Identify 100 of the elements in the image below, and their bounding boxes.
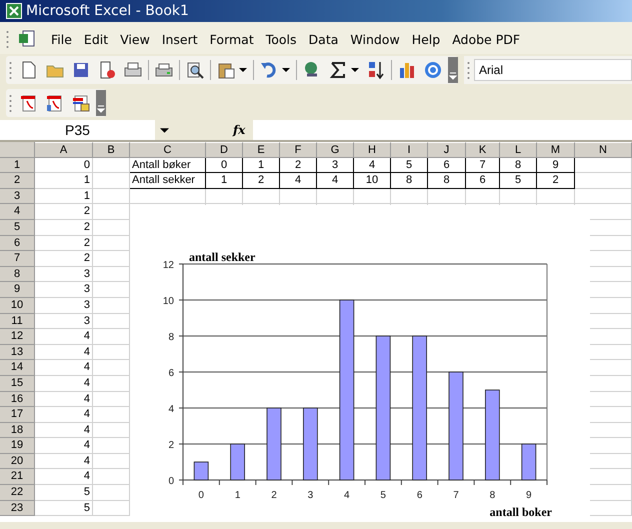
y-tick-label: 2 [168, 440, 174, 451]
column-header[interactable]: K [466, 142, 500, 158]
column-header[interactable]: C [130, 142, 206, 158]
sort-icon[interactable] [366, 60, 386, 80]
row-header[interactable]: 10 [0, 298, 35, 314]
row-header[interactable]: 15 [0, 376, 35, 392]
table-cell [93, 188, 130, 204]
menu-item[interactable]: Format [204, 32, 260, 46]
table-cell: 1 [206, 173, 243, 189]
table-cell [317, 188, 354, 204]
column-header[interactable]: G [317, 142, 354, 158]
help-icon[interactable] [423, 60, 443, 80]
menu-item[interactable]: Adobe PDF [446, 32, 526, 46]
table-cell: 5 [35, 500, 93, 516]
table-cell [206, 188, 243, 204]
table-cell [93, 173, 130, 189]
table-cell [280, 188, 317, 204]
table-cell: 5 [35, 485, 93, 501]
x-tick-label: 0 [198, 490, 204, 501]
column-header[interactable]: A [35, 142, 93, 158]
y-tick-label: 4 [168, 404, 174, 415]
table-cell: 10 [354, 173, 391, 189]
row-header[interactable]: 16 [0, 392, 35, 408]
caret-icon[interactable] [351, 66, 359, 74]
table-cell: Antall bøker [130, 158, 206, 174]
column-header[interactable]: D [206, 142, 243, 158]
toolbar-options-icon[interactable] [448, 57, 458, 83]
column-header[interactable]: I [391, 142, 428, 158]
table-cell: 4 [317, 173, 354, 189]
menu-item[interactable]: Data [302, 32, 344, 46]
row-header[interactable]: 9 [0, 282, 35, 298]
table-cell: 3 [35, 282, 93, 298]
document-icon[interactable] [17, 29, 37, 49]
pdf-icon[interactable] [71, 93, 91, 113]
menu-item[interactable]: Insert [156, 32, 204, 46]
table-cell: 6 [428, 158, 466, 174]
bar-chart-icon[interactable] [397, 60, 417, 80]
row-header[interactable]: 21 [0, 469, 35, 486]
x-tick-label: 9 [526, 490, 532, 501]
column-header[interactable]: B [93, 142, 130, 158]
menu-item[interactable]: File [45, 32, 78, 46]
sigma-icon[interactable] [328, 60, 348, 80]
row-header[interactable]: 22 [0, 485, 35, 501]
row-header[interactable]: 18 [0, 422, 35, 438]
row-header[interactable]: 7 [0, 251, 35, 267]
menu-item[interactable]: Tools [260, 32, 303, 46]
bar [194, 462, 209, 480]
table-cell: 4 [35, 392, 93, 408]
row-header[interactable]: 1 [0, 158, 35, 174]
table-cell: 0 [35, 158, 93, 174]
table-cell: 4 [354, 158, 391, 174]
row-header[interactable]: 2 [0, 173, 35, 189]
table-cell [354, 188, 391, 204]
table-cell: 2 [537, 173, 575, 189]
table-cell: 2 [35, 220, 93, 236]
row-header[interactable]: 8 [0, 266, 35, 282]
row-header[interactable]: 3 [0, 188, 35, 204]
table-cell: 9 [537, 158, 575, 174]
table-cell: 5 [391, 158, 428, 174]
magnifier-icon[interactable] [185, 60, 205, 80]
caret-icon[interactable] [282, 66, 290, 74]
column-header[interactable]: M [537, 142, 575, 158]
column-header[interactable]: H [354, 142, 391, 158]
table-cell [243, 188, 280, 204]
row-header[interactable]: 12 [0, 329, 35, 345]
table-cell: 4 [35, 422, 93, 438]
y-tick-label: 12 [162, 260, 174, 271]
row-header[interactable]: 17 [0, 407, 35, 423]
function-label[interactable]: fx [233, 123, 246, 137]
save-icon[interactable] [71, 60, 91, 80]
menu-item[interactable]: Help [406, 32, 446, 46]
column-header[interactable]: N [575, 142, 632, 158]
menu-item[interactable]: View [114, 32, 156, 46]
table-cell: 4 [35, 376, 93, 392]
table-cell: 4 [35, 344, 93, 360]
window-title: Microsoft Excel - Book1 [26, 3, 189, 19]
menu-item[interactable]: Edit [78, 32, 114, 46]
column-header[interactable]: F [280, 142, 317, 158]
column-header[interactable]: J [428, 142, 466, 158]
table-cell: 2 [243, 173, 280, 189]
row-header[interactable]: 23 [0, 500, 35, 516]
row-header[interactable]: 5 [0, 220, 35, 236]
table-cell: 2 [35, 251, 93, 267]
row-header[interactable]: 4 [0, 204, 35, 220]
column-header[interactable]: L [500, 142, 537, 158]
row-header[interactable]: 6 [0, 236, 35, 252]
name-box[interactable]: P35 [0, 120, 155, 140]
formula-field[interactable] [253, 120, 632, 140]
table-cell: 8 [391, 173, 428, 189]
column-header[interactable]: E [243, 142, 280, 158]
row-header[interactable]: 14 [0, 360, 35, 376]
row-header[interactable]: 13 [0, 344, 35, 360]
menu-item[interactable]: Window [344, 32, 406, 46]
row-header[interactable]: 20 [0, 454, 35, 470]
caret-icon[interactable] [239, 66, 247, 74]
font-field[interactable]: Arial [474, 59, 632, 81]
row-header[interactable]: 19 [0, 438, 35, 454]
row-header[interactable]: 11 [0, 314, 35, 330]
toolbar-options-icon[interactable] [96, 90, 106, 116]
caret-icon[interactable] [160, 126, 169, 134]
